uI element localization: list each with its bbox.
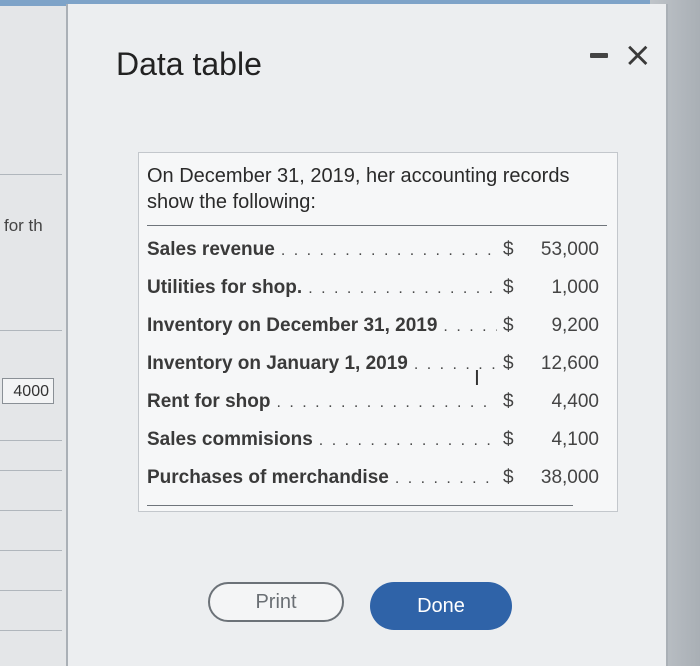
background-partial-text: for th [4,216,43,235]
done-button[interactable]: Done [370,582,512,630]
row-currency: $ [503,239,514,260]
row-amount: 4,100 [551,429,599,450]
text-cursor-icon: I [474,366,480,390]
row-currency: $ [503,467,514,488]
background-divider [0,550,62,551]
background-divider [0,174,62,175]
row-leader-dots [319,432,497,450]
data-table: On December 31, 2019, her accounting rec… [138,152,618,512]
row-label: Rent for shop [147,391,271,412]
row-label: Inventory on January 1, 2019 [147,353,408,374]
row-currency: $ [503,315,514,336]
row-label: Sales commisions [147,429,313,450]
table-header-rule [147,225,607,226]
row-amount: 53,000 [540,239,599,260]
row-leader-dots [281,242,497,260]
row-amount: 4,400 [551,391,599,412]
background-app-panel: for th 4000 [0,0,72,666]
row-leader-dots [395,470,497,488]
minimize-icon[interactable] [589,52,608,58]
data-table-dialog: Data table × On December 31, 2019, her a… [66,4,668,666]
row-label: Inventory on December 31, 2019 [147,315,438,336]
table-footer-rule [147,505,573,506]
row-currency: $ [503,429,514,450]
row-amount: 1,000 [551,277,599,298]
background-divider [0,330,62,331]
row-label: Purchases of merchandise [147,467,389,488]
background-divider [0,440,62,441]
row-currency: $ [503,391,514,412]
row-amount: 38,000 [540,467,599,488]
table-row: Sales revenue $ 53,000 [147,239,599,277]
background-input-cell[interactable]: 4000 [2,378,54,404]
row-leader-dots [443,318,497,336]
row-leader-dots [308,280,497,298]
background-divider [0,630,62,631]
table-row: Sales commisions $ 4,100 [147,429,599,467]
background-divider [0,470,62,471]
table-row: Inventory on January 1, 2019 $ 12,600 [147,353,599,391]
row-leader-dots [414,356,497,374]
row-currency: $ [503,353,514,374]
table-rows: Sales revenue $ 53,000 Utilities for sho… [147,239,599,505]
row-label: Sales revenue [147,239,275,260]
table-row: Utilities for shop. $ 1,000 [147,277,599,315]
dialog-title: Data table [116,46,262,82]
background-divider [0,590,62,591]
background-divider [0,510,62,511]
print-button[interactable]: Print [208,582,344,622]
table-row: Inventory on December 31, 2019 $ 9,200 [147,315,599,353]
row-leader-dots [277,394,498,412]
table-row: Purchases of merchandise $ 38,000 [147,467,599,505]
table-row: Rent for shop $ 4,400 [147,391,599,429]
table-intro: On December 31, 2019, her accounting rec… [147,165,570,213]
window-controls: × [589,38,653,72]
row-currency: $ [503,277,514,298]
row-label: Utilities for shop. [147,277,303,298]
row-amount: 9,200 [551,315,599,336]
close-icon[interactable]: × [624,38,653,72]
row-amount: 12,600 [540,353,599,374]
